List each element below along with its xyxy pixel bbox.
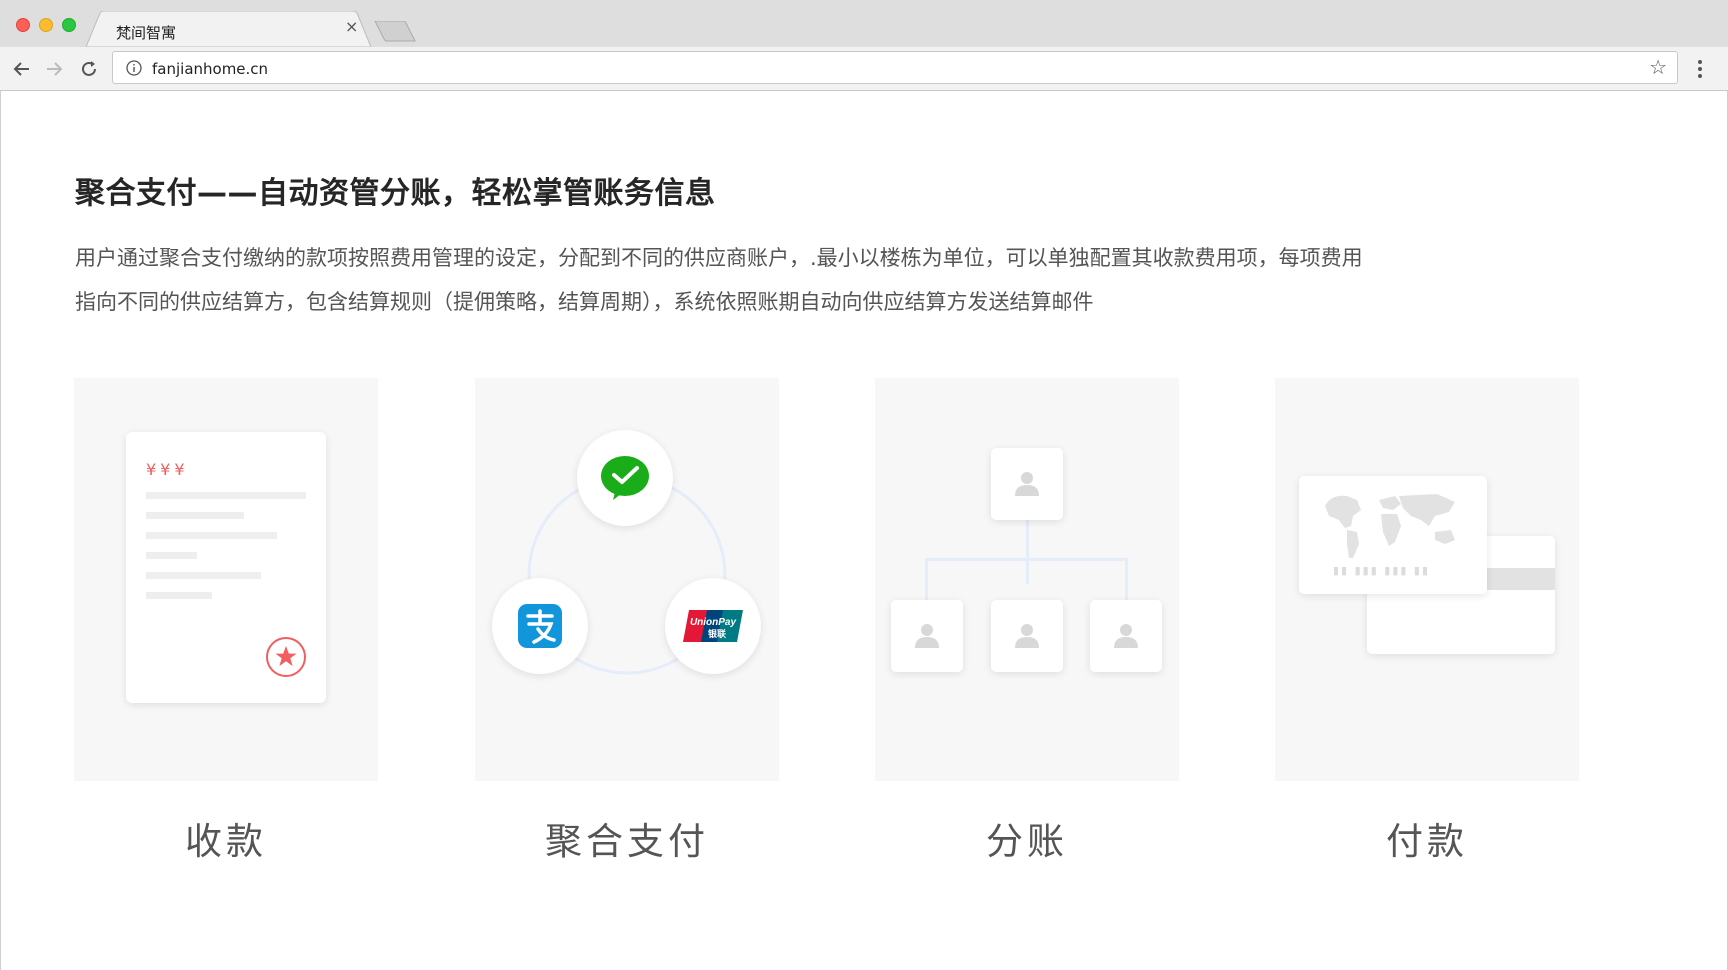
- site-info-icon[interactable]: [126, 60, 142, 76]
- browser-toolbar: fanjianhome.cn ☆: [0, 47, 1728, 91]
- unionpay-icon: UnionPay 银联: [665, 578, 761, 674]
- tab-close-icon[interactable]: ×: [345, 19, 358, 35]
- tab-title: 梵间智寓: [116, 24, 177, 42]
- tree-connector: [1125, 558, 1128, 600]
- text-line: [146, 492, 306, 499]
- feature-card-receive: ¥¥¥: [74, 378, 378, 781]
- stamp-seal-icon: [265, 636, 307, 678]
- text-line: [146, 572, 261, 579]
- feature-label: 分账: [986, 820, 1068, 863]
- bank-card-icon: ▮▮ ▮▮▮ ▮▮▮ ▮▮: [1299, 476, 1487, 594]
- feature-card-aggregate-pay: UnionPay 银联: [475, 378, 779, 781]
- tree-connector: [1026, 512, 1029, 584]
- reload-icon[interactable]: [78, 58, 100, 80]
- back-arrow-icon[interactable]: [11, 58, 33, 80]
- user-avatar-icon: [991, 600, 1063, 672]
- tree-connector: [925, 558, 928, 600]
- text-line: [146, 512, 244, 519]
- user-avatar-icon: [1090, 600, 1162, 672]
- receipt-icon: ¥¥¥: [126, 432, 326, 703]
- bookmark-star-icon[interactable]: ☆: [1649, 57, 1667, 77]
- feature-label: 付款: [1386, 820, 1468, 863]
- user-avatar-icon: [891, 600, 963, 672]
- feature-card-payment: ▮▮ ▮▮▮ ▮▮▮ ▮▮: [1275, 378, 1579, 781]
- yen-marks: ¥¥¥: [146, 460, 189, 479]
- description-line: 指向不同的供应结算方，包含结算规则（提佣策略，结算周期），系统依照账期自动向供应…: [75, 290, 1094, 314]
- feature-label: 聚合支付: [545, 820, 709, 863]
- text-line: [146, 532, 277, 539]
- maximize-window-button[interactable]: [62, 18, 76, 32]
- forward-arrow-icon[interactable]: [43, 58, 65, 80]
- feature-label: 收款: [185, 820, 267, 863]
- url-text: fanjianhome.cn: [152, 60, 269, 78]
- user-avatar-icon: [991, 448, 1063, 520]
- description-line: 用户通过聚合支付缴纳的款项按照费用管理的设定，分配到不同的供应商账户，.最小以楼…: [75, 246, 1363, 270]
- new-tab-button[interactable]: [373, 20, 418, 43]
- browser-tab[interactable]: 梵间智寓 ×: [86, 11, 371, 47]
- minimize-window-button[interactable]: [39, 18, 53, 32]
- tree-connector: [925, 558, 1128, 561]
- close-window-button[interactable]: [16, 18, 30, 32]
- section-heading: 聚合支付——自动资管分账，轻松掌管账务信息: [75, 176, 716, 211]
- wechat-pay-icon: [577, 430, 673, 526]
- browser-titlebar: 梵间智寓 ×: [0, 0, 1728, 47]
- alipay-icon: [492, 578, 588, 674]
- address-bar[interactable]: fanjianhome.cn ☆: [112, 51, 1678, 84]
- section-description: 用户通过聚合支付缴纳的款项按照费用管理的设定，分配到不同的供应商账户，.最小以楼…: [75, 236, 1565, 324]
- text-line: [146, 592, 212, 599]
- unionpay-text: UnionPay: [690, 617, 737, 628]
- world-map-icon: [1325, 494, 1455, 558]
- browser-menu-icon[interactable]: [1697, 60, 1703, 80]
- text-line: [146, 552, 197, 559]
- card-number-mask: ▮▮ ▮▮▮ ▮▮▮ ▮▮: [1333, 564, 1431, 577]
- page-viewport: 聚合支付——自动资管分账，轻松掌管账务信息 用户通过聚合支付缴纳的款项按照费用管…: [0, 91, 1728, 970]
- unionpay-cn-text: 银联: [708, 628, 727, 640]
- feature-card-split-account: [875, 378, 1179, 781]
